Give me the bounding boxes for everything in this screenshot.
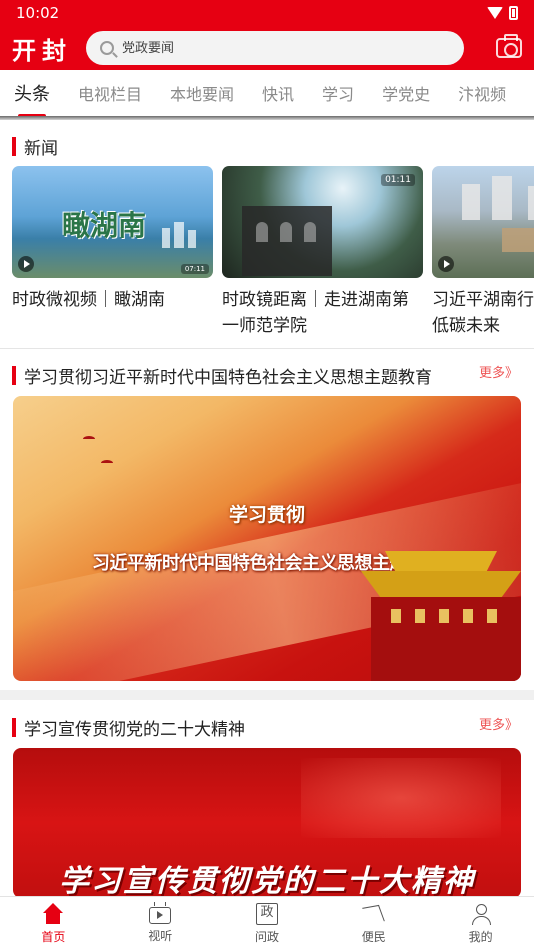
nav-audiovisual[interactable]: 视听 <box>107 897 214 950</box>
user-icon <box>470 903 492 925</box>
camera-icon[interactable] <box>496 34 522 58</box>
banner-heading: 学习贯彻 <box>228 504 305 526</box>
wifi-icon <box>487 7 503 19</box>
search-bar[interactable] <box>86 31 464 65</box>
news-thumbnail[interactable]: 01:11 <box>222 166 423 278</box>
gov-icon: 政 <box>255 903 278 925</box>
status-time: 10:02 <box>16 4 60 22</box>
channel-tabs: 头条 电视栏目 本地要闻 快讯 学习 学党史 汴视频 文化 <box>0 70 534 116</box>
news-card-title[interactable]: 时政微视频｜瞰湖南 <box>12 287 213 313</box>
more-link[interactable]: 更多》 <box>479 714 518 733</box>
news-card[interactable]: 01:11 时政镜距离｜走进湖南第一师范学院 <box>222 166 423 346</box>
search-icon <box>100 41 114 55</box>
status-bar: 10:02 <box>0 0 534 26</box>
section-title-twentieth-congress: 学习宣传贯彻党的二十大精神 <box>12 715 245 740</box>
nav-label: 我的 <box>468 930 493 944</box>
nav-label: 问政 <box>254 930 279 944</box>
status-icons <box>487 6 518 20</box>
banner-heading: 学习宣传贯彻党的二十大精神 <box>59 864 475 898</box>
tab-study[interactable]: 学习 <box>322 81 354 105</box>
video-duration: 07:11 <box>180 264 209 274</box>
tab-party-history[interactable]: 学党史 <box>382 81 430 105</box>
news-thumbnail[interactable]: 瞰湖南 07:11 <box>12 166 213 278</box>
news-card[interactable]: 习近平湖南行｜创新驱动低碳未来 <box>432 166 534 346</box>
thumbnail-caption: 瞰湖南 <box>62 209 147 242</box>
bottom-navigation: 首页 视听 政 问政 便民 我的 <box>0 896 534 950</box>
nav-profile[interactable]: 我的 <box>427 897 534 950</box>
nav-label: 便民 <box>361 930 386 944</box>
news-card[interactable]: 瞰湖南 07:11 时政微视频｜瞰湖南 <box>12 166 213 346</box>
news-card-title[interactable]: 习近平湖南行｜创新驱动低碳未来 <box>432 287 534 339</box>
app-header: 开封 <box>0 26 534 70</box>
tab-bian-video[interactable]: 汴视频 <box>458 81 506 105</box>
tab-headlines[interactable]: 头条 <box>14 80 50 116</box>
news-card-title[interactable]: 时政镜距离｜走进湖南第一师范学院 <box>222 287 423 339</box>
nav-label: 首页 <box>41 930 66 944</box>
theme-education-banner[interactable]: 学习贯彻 习近平新时代中国特色社会主义思想主题教育 <box>13 396 521 681</box>
news-carousel[interactable]: 瞰湖南 07:11 时政微视频｜瞰湖南 01:11 时政镜距离｜走进湖南第一师范… <box>12 166 534 346</box>
section-title-news: 新闻 <box>12 134 58 159</box>
nav-inquiry[interactable]: 政 问政 <box>214 897 321 950</box>
tiananmen-gate-illustration <box>351 551 521 681</box>
battery-icon <box>509 6 518 20</box>
section-divider <box>0 348 534 349</box>
banner-decoration <box>301 758 501 838</box>
nav-home[interactable]: 首页 <box>0 897 107 950</box>
dove-icon <box>101 460 113 466</box>
play-icon <box>18 256 34 272</box>
more-link[interactable]: 更多》 <box>479 362 518 381</box>
nav-services[interactable]: 便民 <box>320 897 427 950</box>
play-icon <box>438 256 454 272</box>
tab-local-news[interactable]: 本地要闻 <box>170 81 234 105</box>
search-input[interactable] <box>122 40 422 56</box>
section-gap <box>0 690 534 700</box>
tab-flash[interactable]: 快讯 <box>262 81 294 105</box>
tab-tv-columns[interactable]: 电视栏目 <box>78 81 142 105</box>
app-logo: 开封 <box>12 35 72 65</box>
news-thumbnail[interactable] <box>432 166 534 278</box>
tab-divider <box>0 116 534 120</box>
twentieth-congress-banner[interactable]: 学习宣传贯彻党的二十大精神 <box>13 748 521 898</box>
section-title-theme-education: 学习贯彻习近平新时代中国特色社会主义思想主题教育 <box>12 363 432 388</box>
nav-label: 视听 <box>148 929 173 943</box>
video-duration: 01:11 <box>381 174 415 186</box>
send-icon <box>363 903 385 925</box>
home-icon <box>42 903 64 925</box>
tv-icon <box>149 907 172 924</box>
dove-icon <box>83 436 95 442</box>
